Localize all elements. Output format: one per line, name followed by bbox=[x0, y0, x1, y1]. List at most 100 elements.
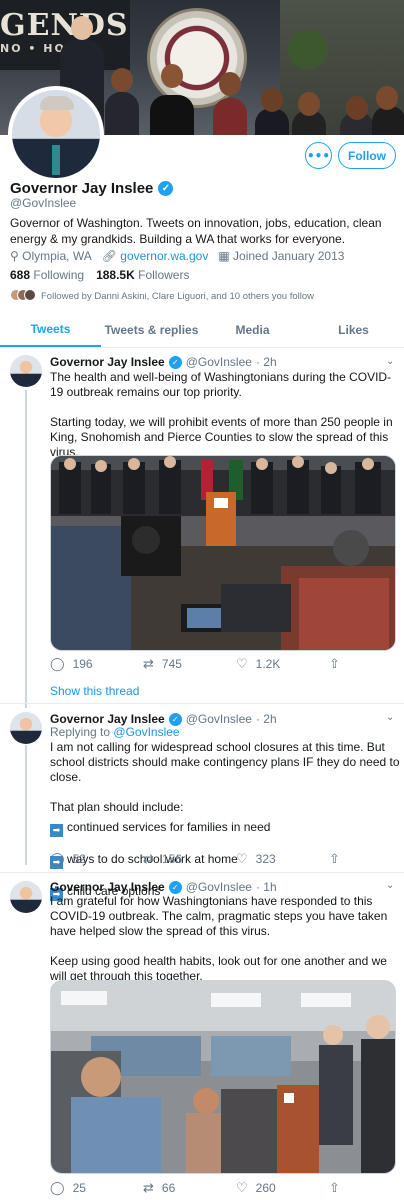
avatar-hair bbox=[40, 96, 74, 110]
location-pin-icon: ⚲ bbox=[10, 249, 19, 263]
verified-badge-icon: ✓ bbox=[168, 712, 182, 726]
bullet-item: ➡ continued services for families in need bbox=[50, 820, 400, 837]
tweet-actions: ◯ 52 ⇄ 156 ♡ 323 ⇧ bbox=[50, 851, 390, 867]
show-thread-link[interactable]: Show this thread bbox=[50, 684, 139, 698]
calendar-icon: ▦ bbox=[218, 249, 230, 263]
tab-media[interactable]: Media bbox=[202, 312, 303, 347]
tweet-actions: ◯ 25 ⇄ 66 ♡ 260 ⇧ bbox=[50, 1180, 390, 1196]
avatar-tie bbox=[52, 145, 60, 175]
more-options-button[interactable]: ••• bbox=[305, 142, 332, 169]
heart-icon: ♡ bbox=[236, 851, 248, 866]
tweet-time[interactable]: · 2h bbox=[256, 712, 277, 726]
profile-name: Governor Jay Inslee bbox=[10, 180, 154, 197]
tweet-photo[interactable] bbox=[50, 980, 396, 1174]
banner-person-head bbox=[111, 68, 133, 92]
share-action[interactable]: ⇧ bbox=[329, 1180, 369, 1196]
chevron-down-icon[interactable]: ⌄ bbox=[386, 356, 394, 367]
tweet-text: The health and well-being of Washingtoni… bbox=[50, 370, 393, 459]
profile-name-row: Governor Jay Inslee ✓ bbox=[10, 180, 174, 197]
like-action[interactable]: ♡ 1.2K bbox=[236, 656, 329, 672]
tweet-header: Governor Jay Inslee ✓ @GovInslee · 2h bbox=[50, 712, 277, 726]
retweet-action[interactable]: ⇄ 156 bbox=[143, 851, 236, 867]
chevron-down-icon[interactable]: ⌄ bbox=[386, 712, 394, 723]
right-arrow-emoji-icon: ➡ bbox=[50, 824, 63, 837]
banner-person-head bbox=[261, 88, 283, 112]
tab-likes[interactable]: Likes bbox=[303, 312, 404, 347]
chevron-down-icon[interactable]: ⌄ bbox=[386, 880, 394, 891]
tweet-author-handle: @GovInslee bbox=[185, 355, 252, 369]
verified-badge-icon: ✓ bbox=[158, 181, 174, 196]
banner-person bbox=[255, 108, 289, 135]
share-action[interactable]: ⇧ bbox=[329, 851, 369, 867]
banner-person-head bbox=[219, 72, 241, 96]
like-count: 1.2K bbox=[255, 657, 281, 671]
tweet-author-name[interactable]: Governor Jay Inslee bbox=[50, 880, 165, 894]
tab-tweets-replies[interactable]: Tweets & replies bbox=[101, 312, 202, 347]
replying-to: Replying to @GovInslee bbox=[50, 725, 180, 739]
share-icon: ⇧ bbox=[329, 1180, 340, 1195]
retweet-action[interactable]: ⇄ 66 bbox=[143, 1180, 236, 1196]
followers-count: 188.5K bbox=[96, 268, 135, 282]
followed-by-text: Followed by Danni Askini, Clare Liguori,… bbox=[41, 291, 315, 302]
following-stat[interactable]: 688 Following bbox=[10, 268, 84, 282]
profile-meta: ⚲ Olympia, WA 🔗︎ governor.wa.gov ▦ Joine… bbox=[10, 249, 344, 263]
tab-tweets[interactable]: Tweets bbox=[0, 312, 101, 347]
reply-action[interactable]: ◯ 25 bbox=[50, 1180, 143, 1196]
banner-plant bbox=[288, 30, 328, 70]
bullet-text: continued services for families in need bbox=[67, 820, 271, 834]
reply-icon: ◯ bbox=[50, 656, 65, 671]
tweet-avatar[interactable] bbox=[10, 712, 42, 744]
tweet-time[interactable]: · 2h bbox=[256, 355, 277, 369]
followers-label: Followers bbox=[138, 268, 190, 282]
tweet-header: Governor Jay Inslee ✓ @GovInslee · 2h bbox=[50, 355, 277, 369]
retweet-action[interactable]: ⇄ 745 bbox=[143, 656, 236, 672]
profile-bio: Governor of Washington. Tweets on innova… bbox=[10, 216, 382, 246]
website-link[interactable]: governor.wa.gov bbox=[120, 249, 208, 263]
banner-person bbox=[105, 92, 139, 135]
banner-person-head bbox=[346, 96, 368, 120]
replying-handle[interactable]: @GovInslee bbox=[113, 725, 179, 739]
retweet-count: 156 bbox=[161, 852, 182, 866]
followed-by-avatars bbox=[10, 289, 36, 304]
following-label: Following bbox=[33, 268, 85, 282]
thread-line bbox=[25, 390, 27, 708]
followed-by-row[interactable]: Followed by Danni Askini, Clare Liguori,… bbox=[10, 289, 314, 304]
divider bbox=[0, 703, 404, 704]
like-action[interactable]: ♡ 323 bbox=[236, 851, 329, 867]
heart-icon: ♡ bbox=[236, 656, 248, 671]
heart-icon: ♡ bbox=[236, 1180, 248, 1195]
tweet-author-handle: @GovInslee bbox=[185, 712, 252, 726]
retweet-count: 66 bbox=[161, 1181, 176, 1195]
website-item[interactable]: 🔗︎ governor.wa.gov bbox=[102, 249, 209, 263]
joined-text: Joined January 2013 bbox=[233, 249, 345, 263]
reply-icon: ◯ bbox=[50, 1180, 65, 1195]
like-action[interactable]: ♡ 260 bbox=[236, 1180, 329, 1196]
thread-line bbox=[25, 745, 27, 865]
press-conference-photo bbox=[51, 456, 395, 650]
reply-icon: ◯ bbox=[50, 851, 65, 866]
follow-button[interactable]: Follow bbox=[338, 142, 396, 169]
banner-person bbox=[150, 95, 194, 135]
profile-avatar[interactable] bbox=[8, 86, 104, 182]
reply-action[interactable]: ◯ 52 bbox=[50, 851, 143, 867]
share-action[interactable]: ⇧ bbox=[329, 656, 369, 672]
tweet-avatar[interactable] bbox=[10, 881, 42, 913]
retweet-icon: ⇄ bbox=[143, 656, 154, 671]
joined-item: ▦ Joined January 2013 bbox=[218, 249, 344, 263]
tweet-photo[interactable] bbox=[50, 455, 396, 651]
tweet-text: I am not calling for widespread school c… bbox=[50, 740, 400, 814]
reply-action[interactable]: ◯ 196 bbox=[50, 656, 143, 672]
like-count: 260 bbox=[255, 1181, 276, 1195]
tweet-author-name[interactable]: Governor Jay Inslee bbox=[50, 355, 165, 369]
tweet-avatar[interactable] bbox=[10, 355, 42, 387]
retweet-icon: ⇄ bbox=[143, 1180, 154, 1195]
following-count: 688 bbox=[10, 268, 31, 282]
followers-stat[interactable]: 188.5K Followers bbox=[96, 268, 189, 282]
tweet-time[interactable]: · 1h bbox=[256, 880, 277, 894]
share-icon: ⇧ bbox=[329, 656, 340, 671]
retweet-count: 745 bbox=[161, 657, 182, 671]
verified-badge-icon: ✓ bbox=[168, 355, 182, 369]
share-icon: ⇧ bbox=[329, 851, 340, 866]
tweet-author-name[interactable]: Governor Jay Inslee bbox=[50, 712, 165, 726]
banner-person bbox=[372, 106, 404, 135]
